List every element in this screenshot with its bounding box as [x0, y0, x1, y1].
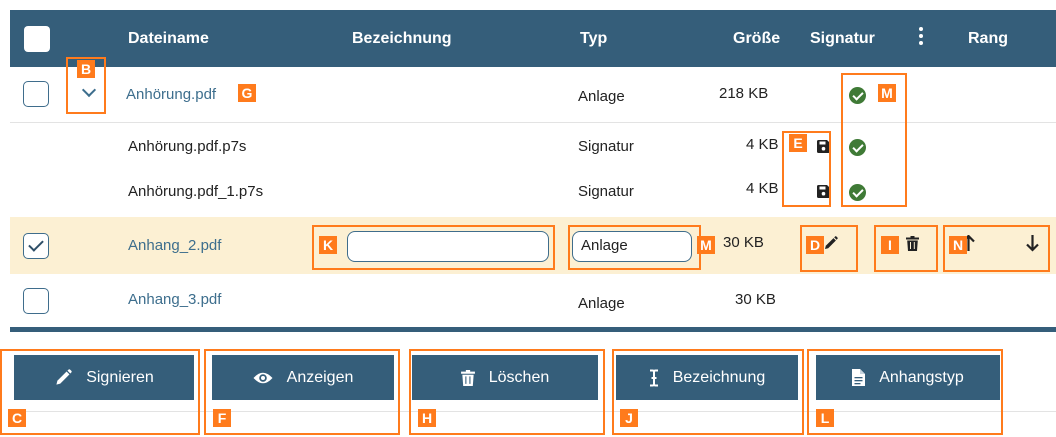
annotation-frame [612, 349, 804, 435]
row-checkbox[interactable] [23, 233, 49, 259]
file-link[interactable]: Anhang_3.pdf [128, 291, 221, 308]
annotation-frame [409, 349, 605, 435]
type-value: Anlage [578, 295, 625, 312]
annotation-label: N [949, 236, 967, 254]
annotation-label: M [878, 84, 896, 102]
annotation-label: D [806, 236, 824, 254]
annotation-label: B [77, 60, 95, 78]
annotation-frame [841, 73, 907, 207]
annotation-label: L [816, 409, 834, 427]
annotation-label: F [213, 409, 231, 427]
annotation-label: G [238, 84, 256, 102]
annotation-label: I [881, 236, 899, 254]
select-all-checkbox[interactable] [24, 26, 50, 52]
type-value: Signatur [578, 138, 634, 155]
size-value: 4 KB [746, 180, 779, 197]
column-header-dateiname[interactable]: Dateiname [128, 30, 209, 48]
annotation-label: M [697, 236, 715, 254]
column-header-bezeichnung[interactable]: Bezeichnung [352, 30, 452, 48]
table-bottom-border [10, 327, 1056, 332]
column-header-signatur[interactable]: Signatur [810, 30, 875, 48]
annotation-label: H [418, 409, 436, 427]
type-value: Signatur [578, 183, 634, 200]
file-link[interactable]: Anhörung.pdf [126, 86, 216, 103]
file-name: Anhörung.pdf.p7s [128, 138, 247, 155]
table-header: Dateiname Bezeichnung Typ Größe Signatur… [10, 10, 1056, 67]
annotation-frame [568, 225, 701, 270]
annotation-label: J [620, 409, 638, 427]
annotation-frame [807, 349, 1003, 435]
annotation-frame [0, 349, 200, 435]
column-menu-icon[interactable] [917, 25, 925, 49]
file-name: Anhörung.pdf_1.p7s [128, 183, 264, 200]
size-value: 30 KB [723, 234, 764, 251]
column-header-rang[interactable]: Rang [968, 30, 1008, 48]
column-header-typ[interactable]: Typ [580, 30, 607, 48]
file-link[interactable]: Anhang_2.pdf [128, 237, 221, 254]
annotation-label: E [789, 134, 807, 152]
annotation-frame [312, 225, 555, 270]
annotation-frame [204, 349, 400, 435]
column-header-groesse[interactable]: Größe [733, 30, 780, 48]
size-value: 30 KB [735, 291, 776, 308]
row-checkbox[interactable] [23, 81, 49, 107]
size-value: 4 KB [746, 136, 779, 153]
row-checkbox[interactable] [23, 288, 49, 314]
type-value: Anlage [578, 88, 625, 105]
annotation-label: K [319, 236, 337, 254]
size-value: 218 KB [719, 85, 769, 102]
annotation-label: C [8, 409, 26, 427]
table-row: Anhang_3.pdf Anlage 30 KB [10, 274, 1056, 327]
